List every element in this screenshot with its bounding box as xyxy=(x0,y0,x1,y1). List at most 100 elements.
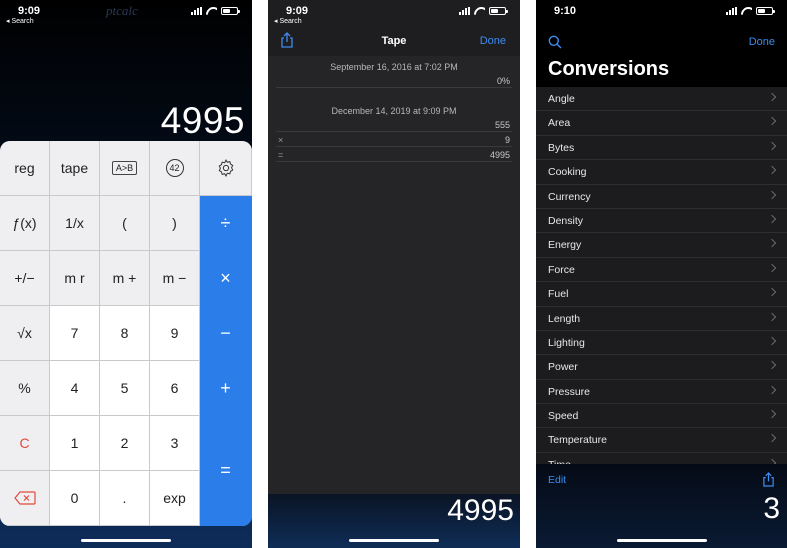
list-item[interactable]: Density xyxy=(536,209,787,234)
list-item-label: Length xyxy=(548,312,581,325)
multiply-key[interactable]: × xyxy=(200,251,252,306)
watermark: ptcalc xyxy=(106,3,138,18)
list-item-label: Bytes xyxy=(548,141,575,154)
digit-7-key[interactable]: 7 xyxy=(50,306,100,361)
status-bar: 9:09 ◂ Search xyxy=(268,0,520,28)
digit-1-key[interactable]: 1 xyxy=(50,416,100,471)
settings-key[interactable] xyxy=(200,141,252,196)
equals-key[interactable]: = xyxy=(200,416,252,526)
calculator-display: 4995 xyxy=(447,494,514,527)
tape-value: 0% xyxy=(496,76,510,86)
done-button[interactable]: Done xyxy=(749,36,775,48)
digit-9-key[interactable]: 9 xyxy=(150,306,200,361)
close-paren-key[interactable]: ) xyxy=(150,196,200,251)
tape-operator: = xyxy=(278,150,284,160)
list-item[interactable]: Speed xyxy=(536,404,787,429)
conversions-footer: Edit 3 xyxy=(536,464,787,548)
percent-key[interactable]: % xyxy=(0,361,50,416)
list-item[interactable]: Currency xyxy=(536,185,787,209)
list-item[interactable]: Length xyxy=(536,307,787,331)
status-icons xyxy=(726,7,775,15)
list-item[interactable]: Energy xyxy=(536,233,787,258)
answer-42-label: 42 xyxy=(165,159,184,177)
square-root-key[interactable]: √x xyxy=(0,306,50,361)
status-bar: 9:10 xyxy=(536,0,787,28)
list-item[interactable]: Bytes xyxy=(536,136,787,161)
digit-8-key[interactable]: 8 xyxy=(100,306,150,361)
a-to-b-label: A>B xyxy=(111,161,138,175)
back-to-search-link[interactable]: ◂ Search xyxy=(6,17,34,25)
backspace-key[interactable] xyxy=(0,471,50,526)
memory-recall-key[interactable]: m r xyxy=(50,251,100,306)
answer-42-key[interactable]: 42 xyxy=(150,141,200,196)
list-item[interactable]: Time xyxy=(536,453,787,464)
chevron-right-icon xyxy=(767,92,777,102)
list-item[interactable]: Pressure xyxy=(536,380,787,405)
list-item[interactable]: Lighting xyxy=(536,331,787,356)
list-item[interactable]: Force xyxy=(536,258,787,283)
divide-key[interactable]: ÷ xyxy=(200,196,252,251)
calculator-display: 3 xyxy=(763,492,780,525)
home-indicator[interactable] xyxy=(349,539,439,542)
tape-row: 0% xyxy=(276,74,512,88)
home-indicator[interactable] xyxy=(616,539,707,542)
a-to-b-key[interactable]: A>B xyxy=(100,141,150,196)
edit-button[interactable]: Edit xyxy=(548,474,566,486)
open-paren-key[interactable]: ( xyxy=(100,196,150,251)
tape-row: × 9 xyxy=(276,133,512,147)
list-item-label: Fuel xyxy=(548,288,569,301)
memory-minus-key[interactable]: m − xyxy=(150,251,200,306)
chevron-right-icon xyxy=(767,361,777,370)
memory-plus-key[interactable]: m + xyxy=(100,251,150,306)
clear-key[interactable]: C xyxy=(0,416,50,471)
list-item[interactable]: Area xyxy=(536,111,787,136)
calculator-display: 4995 xyxy=(160,100,245,141)
list-item[interactable]: Cooking xyxy=(536,160,787,185)
battery-icon xyxy=(489,7,508,15)
exp-key[interactable]: exp xyxy=(150,471,200,526)
list-item[interactable]: Temperature xyxy=(536,428,787,453)
tape-key[interactable]: tape xyxy=(50,141,100,196)
share-icon[interactable] xyxy=(762,472,775,487)
digit-2-key[interactable]: 2 xyxy=(100,416,150,471)
digit-6-key[interactable]: 6 xyxy=(150,361,200,416)
digit-3-key[interactable]: 3 xyxy=(150,416,200,471)
list-item[interactable]: Fuel xyxy=(536,282,787,307)
chevron-right-icon xyxy=(767,165,777,175)
back-to-search-link[interactable]: ◂ Search xyxy=(274,17,302,25)
conversions-list: Angle Area Bytes Cooking Currency Density Ener… xyxy=(536,87,787,464)
chevron-right-icon xyxy=(767,434,777,443)
digit-0-key[interactable]: 0 xyxy=(50,471,100,526)
signal-icon xyxy=(726,7,737,15)
search-icon[interactable] xyxy=(548,35,562,49)
list-item-label: Lighting xyxy=(548,336,585,349)
plus-minus-key[interactable]: +/− xyxy=(0,251,50,306)
list-item[interactable]: Angle xyxy=(536,87,787,112)
tape-row: = 4995 xyxy=(276,148,512,162)
reciprocal-key[interactable]: 1/x xyxy=(50,196,100,251)
chevron-right-icon xyxy=(767,239,777,248)
home-indicator[interactable] xyxy=(81,539,171,542)
list-item-label: Energy xyxy=(548,239,582,252)
tape-value: 9 xyxy=(504,135,510,145)
chevron-right-icon xyxy=(767,409,777,419)
list-item-label: Cooking xyxy=(548,166,587,179)
list-item-label: Density xyxy=(548,214,584,227)
plus-key[interactable]: + xyxy=(200,361,252,416)
list-item-label: Angle xyxy=(548,93,575,105)
status-icons xyxy=(459,7,508,15)
function-key[interactable]: ƒ(x) xyxy=(0,196,50,251)
reg-key[interactable]: reg xyxy=(0,141,50,196)
tape-header: 9:09 ◂ Search Tape Done xyxy=(268,0,520,56)
minus-key[interactable]: − xyxy=(200,306,252,361)
signal-icon xyxy=(459,7,470,15)
chevron-right-icon xyxy=(767,214,777,224)
digit-4-key[interactable]: 4 xyxy=(50,361,100,416)
decimal-key[interactable]: . xyxy=(100,471,150,526)
done-button[interactable]: Done xyxy=(480,35,506,47)
keypad: reg tape A>B 42 ƒ(x) 1/x ( ) ÷ +/− m r m… xyxy=(0,141,252,526)
list-item[interactable]: Power xyxy=(536,355,787,380)
status-time: 9:10 xyxy=(554,5,577,17)
digit-5-key[interactable]: 5 xyxy=(100,361,150,416)
wifi-icon xyxy=(741,7,752,15)
